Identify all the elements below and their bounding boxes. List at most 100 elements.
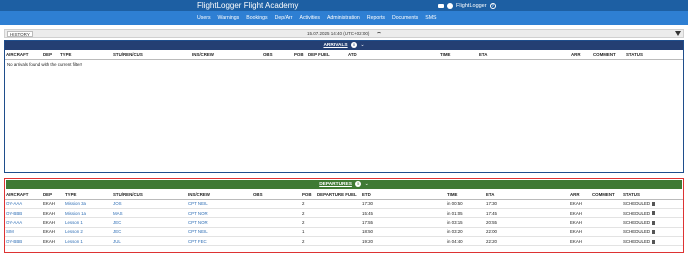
cell-type[interactable]: Lesson 2 [64,227,112,238]
cell-aircraft[interactable]: OY-BBB [5,208,42,219]
filter-icon[interactable] [675,31,681,36]
cell-eta: 22:00 [485,227,569,238]
nav-bookings[interactable]: Bookings [246,15,267,21]
col-dep[interactable]: DEP [42,190,64,200]
status-text: SCHEDULED [623,219,651,225]
cell-arr: EKAH [569,236,591,247]
help-icon[interactable]: ? [489,2,496,9]
departures-header-row: AIRCRAFT DEP TYPE STU/REN/CUS INS/CREW O… [5,190,683,200]
table-row[interactable]: SIM EKAH Lesson 2 JEC CPT NEIL 1 18:50 in 03:20… [5,227,683,238]
cell-pob: 2 [301,236,316,247]
cell-status: SCHEDULED [622,236,683,247]
nav-activities[interactable]: Activities [299,15,319,21]
cell-dep: EKAH [42,227,64,238]
col-obs: OBS [262,50,293,60]
trash-icon[interactable] [652,211,656,216]
status-text: SCHEDULED [623,210,651,216]
col-arr[interactable]: ARR [570,50,592,60]
cell-aircraft[interactable]: OY-AAA [5,199,42,209]
trash-icon[interactable] [652,239,656,244]
col-eta[interactable]: ETA [485,190,569,200]
nav-reports[interactable]: Reports [367,15,385,21]
nav-dep-arr[interactable]: Dep/Arr [275,15,293,21]
cell-ins[interactable]: CPT NEIL [187,199,252,209]
cell-pob: 2 [301,199,316,209]
user-label[interactable]: FlightLogger [456,3,487,9]
cell-dep: EKAH [42,236,64,247]
col-eta[interactable]: ETA [478,50,570,60]
messages-icon[interactable] [438,3,444,8]
cell-stu[interactable]: JEC [112,217,187,228]
cell-type[interactable]: Mission 3a [64,199,112,209]
cell-stu[interactable]: MAS [112,208,187,219]
cell-dep: EKAH [42,208,64,219]
cell-ins[interactable]: CPT NEIL [187,227,252,238]
cell-stu[interactable]: JUL [112,236,187,247]
cell-stu[interactable]: JEC [112,227,187,238]
user-icon[interactable] [447,2,453,9]
nav-sms[interactable]: SMS [425,15,436,21]
arrivals-empty-message: No arrivals found with the current filte… [7,61,83,67]
cell-aircraft[interactable]: OY-AAA [5,217,42,228]
arrivals-title[interactable]: ARRIVALS [323,43,347,48]
cell-ins[interactable]: CPT NOR [187,217,252,228]
cell-type[interactable]: Mission 1a [64,208,112,219]
trash-icon[interactable] [652,220,656,225]
col-arr[interactable]: ARR [569,190,591,200]
arrivals-header-row: AIRCRAFT DEP TYPE STU/REN/CUS INS/CREW O… [5,50,683,60]
table-row[interactable]: OY-AAA EKAH Mission 3a JOS CPT NEIL 2 17:30 in … [5,199,683,209]
col-comment: COMMENT [591,190,622,200]
departures-header[interactable]: DEPARTURES 5 ⌄ [6,180,682,189]
cell-aircraft[interactable]: SIM [5,227,42,238]
departures-table: AIRCRAFT DEP TYPE STU/REN/CUS INS/CREW O… [5,190,683,247]
col-ins: INS/CREW [191,50,262,60]
cell-ins[interactable]: CPT NOR [187,208,252,219]
cell-ins[interactable]: CPT FEC [187,236,252,247]
nav-users[interactable]: Users [197,15,211,21]
status-text: SCHEDULED [623,201,651,207]
arrivals-header[interactable]: ARRIVALS 0 ⌄ [5,41,683,50]
nav-warnings[interactable]: Warnings [218,15,240,21]
cell-pob: 1 [301,227,316,238]
cell-eta: 17:30 [485,199,569,209]
nav-administration[interactable]: Administration [327,15,360,21]
cell-aircraft[interactable]: OY-BBB [5,236,42,247]
cell-fuel [316,236,361,247]
table-row[interactable]: OY-AAA EKAH Lesson 1 JEC CPT NOR 2 17:55 in 03:… [5,217,683,228]
trash-icon[interactable] [652,202,656,207]
cell-comment [591,227,622,238]
col-type: TYPE [64,190,112,200]
cell-comment [591,199,622,209]
col-atd[interactable]: ATD [347,50,439,60]
col-pob: POB [293,50,307,60]
chevron-down-icon[interactable]: ⌄ [365,180,369,189]
history-button[interactable]: HISTORY [7,31,33,37]
col-aircraft[interactable]: AIRCRAFT [5,190,42,200]
col-comment: COMMENT [592,50,625,60]
cell-eta: 17:45 [485,208,569,219]
status-text: SCHEDULED [623,238,651,244]
col-etd[interactable]: ETD [361,190,446,200]
cell-fuel [316,217,361,228]
top-icons: FlightLogger ? [438,0,496,11]
col-aircraft[interactable]: AIRCRAFT [5,50,42,60]
cell-type[interactable]: Lesson 1 [64,217,112,228]
col-dep[interactable]: DEP [42,50,59,60]
cell-type[interactable]: Lesson 1 [64,236,112,247]
trash-icon[interactable] [652,230,656,235]
cell-status: SCHEDULED [622,199,683,209]
cell-comment [591,236,622,247]
col-obs: OBS [252,190,301,200]
cell-comment [591,208,622,219]
cell-stu[interactable]: JOS [112,199,187,209]
nav-documents[interactable]: Documents [392,15,418,21]
col-type: TYPE [59,50,112,60]
cell-time: in 01:05 [446,208,485,219]
col-time: TIME [439,50,478,60]
departures-title[interactable]: DEPARTURES [319,182,352,187]
chevron-down-icon[interactable]: ⌄ [360,41,364,50]
filter-bar: HISTORY 15.07.2025 14:40 (UTC+02:00) [4,29,684,38]
table-row[interactable]: OY-BBB EKAH Lesson 1 JUL CPT FEC 2 19:20 in 04:… [5,236,683,247]
status-text: SCHEDULED [623,229,651,235]
table-row[interactable]: OY-BBB EKAH Mission 1a MAS CPT NOR 2 15:45 in 0… [5,208,683,219]
